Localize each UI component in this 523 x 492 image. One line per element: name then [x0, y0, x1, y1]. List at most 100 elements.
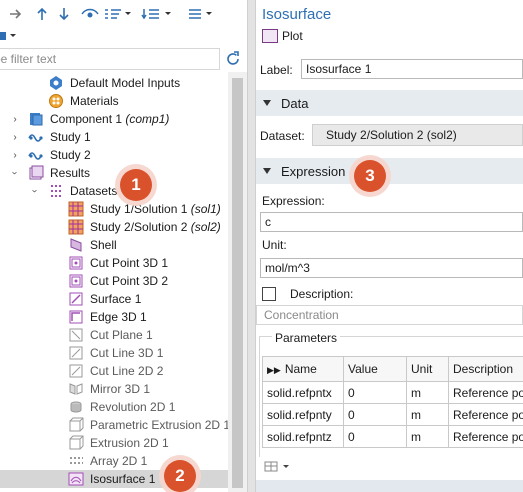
tree-item-cut-line-3d-1[interactable]: Cut Line 3D 1: [0, 344, 228, 362]
table-row[interactable]: solid.refpntx 0 m Reference poin: [262, 381, 523, 404]
model-builder-pane: Default Model Inputs Materials › Compone…: [0, 0, 247, 492]
tree-item-study-2[interactable]: › Study 2: [0, 146, 228, 164]
isosurface-icon: [68, 471, 84, 487]
tree-item-label: Cut Point 3D 1: [90, 256, 169, 270]
scrollbar-thumb[interactable]: [232, 78, 243, 488]
tree-item-label: Surface 1: [90, 292, 142, 306]
label-input[interactable]: Isosurface 1: [301, 59, 523, 79]
tree-item-results[interactable]: › Results: [0, 164, 228, 182]
tree-item-study2-solution2[interactable]: Study 2/Solution 2 (sol2): [0, 218, 228, 236]
dropdown-icon[interactable]: [0, 26, 20, 46]
tree-item-label: Revolution 2D 1: [90, 400, 176, 414]
plot-label: Plot: [282, 29, 303, 43]
table-row[interactable]: solid.refpntz 0 m Reference poin: [262, 425, 523, 448]
move-up-icon[interactable]: [34, 4, 50, 24]
param-value-cell[interactable]: 0: [343, 381, 407, 404]
plot-button[interactable]: Plot: [262, 27, 303, 45]
tree-item-cut-plane-1[interactable]: Cut Plane 1: [0, 326, 228, 344]
tree-item-label: Study 1: [50, 130, 91, 144]
tree-item-surface-1[interactable]: Surface 1: [0, 290, 228, 308]
column-header[interactable]: ▶▶ Name: [262, 356, 344, 382]
tree-item-label: Component 1: [50, 112, 126, 126]
table-row[interactable]: solid.refpnty 0 m Reference poin: [262, 403, 523, 426]
tree-item-label: Parametric Extrusion 2D 1: [90, 418, 231, 432]
tree-item-revolution-2d-1[interactable]: Revolution 2D 1: [0, 398, 228, 416]
column-header[interactable]: Description: [448, 356, 523, 382]
edge-icon: [68, 309, 84, 325]
table-options-button[interactable]: [264, 458, 294, 474]
tree-item-datasets[interactable]: › Datasets: [0, 182, 228, 200]
unit-input[interactable]: mol/m^3: [260, 258, 523, 278]
move-down-icon[interactable]: [56, 4, 72, 24]
expression-section-header[interactable]: Expression: [256, 158, 523, 184]
chevron-right-icon[interactable]: ›: [10, 132, 20, 143]
expression-label: Expression:: [262, 194, 325, 208]
tree-item-label: Default Model Inputs: [70, 76, 181, 90]
chevron-down-icon[interactable]: ›: [30, 186, 41, 196]
tree-scrollbar[interactable]: [228, 72, 247, 492]
expression-input[interactable]: c: [260, 212, 523, 232]
refresh-icon[interactable]: [224, 50, 242, 68]
chevron-down-icon[interactable]: ›: [10, 168, 21, 178]
param-name-cell: solid.refpnty: [262, 403, 344, 426]
tree-item-tag: (sol1): [190, 202, 221, 216]
column-header[interactable]: Value: [343, 356, 407, 382]
tree-item-label: Study 1/Solution 1: [90, 202, 191, 216]
param-value-cell[interactable]: 0: [343, 425, 407, 448]
list-menu-icon[interactable]: [186, 4, 216, 24]
filter-input[interactable]: [0, 48, 220, 70]
cut-line-icon: [68, 363, 84, 379]
tree-item-default-model-inputs[interactable]: Default Model Inputs: [0, 74, 228, 92]
param-description-cell: Reference poin: [448, 425, 523, 448]
tree-item-component-1[interactable]: › Component 1 (comp1): [0, 110, 228, 128]
table-options-icon: [264, 461, 289, 472]
chevron-right-icon[interactable]: ›: [10, 150, 20, 161]
param-unit-cell: m: [406, 403, 449, 426]
tree-item-label: Extrusion 2D 1: [90, 436, 169, 450]
settings-title: Isosurface: [262, 6, 332, 23]
show-icon[interactable]: [80, 4, 100, 24]
collapse-triangle-icon: [263, 168, 271, 174]
tree-item-study-1[interactable]: › Study 1: [0, 128, 228, 146]
param-description-cell: Reference poin: [448, 403, 523, 426]
arrow-right-icon[interactable]: [6, 4, 26, 24]
tree-item-cut-point-3d-2[interactable]: Cut Point 3D 2: [0, 272, 228, 290]
dataset-label: Dataset:: [260, 129, 305, 143]
collapse-menu-icon[interactable]: [102, 4, 134, 24]
tree-item-mirror-3d-1[interactable]: Mirror 3D 1: [0, 380, 228, 398]
tree-item-cut-point-3d-1[interactable]: Cut Point 3D 1: [0, 254, 228, 272]
chevron-right-icon[interactable]: ›: [10, 114, 20, 125]
settings-pane: Isosurface Plot Label: Isosurface 1 Data…: [256, 0, 523, 492]
materials-icon: [48, 93, 64, 109]
description-checkbox[interactable]: [262, 287, 276, 301]
study-icon: [28, 147, 44, 163]
tree-item-materials[interactable]: Materials: [0, 92, 228, 110]
tree-item-label: Cut Line 2D 2: [90, 364, 164, 378]
tree-item-cut-line-2d-2[interactable]: Cut Line 2D 2: [0, 362, 228, 380]
cut-point-icon: [68, 255, 84, 271]
tree-item-label: Results: [50, 166, 91, 180]
tree-item-edge-3d-1[interactable]: Edge 3D 1: [0, 308, 228, 326]
sort-menu-icon[interactable]: [140, 4, 174, 24]
tree-item-label: Array 2D 1: [90, 454, 148, 468]
model-builder-toolbar: [0, 0, 247, 40]
cut-line-icon: [68, 345, 84, 361]
column-header[interactable]: Unit: [406, 356, 449, 382]
tree-item-shell[interactable]: Shell: [0, 236, 228, 254]
tree-item-parametric-extrusion-2d-1[interactable]: Parametric Extrusion 2D 1: [0, 416, 231, 434]
param-value-cell[interactable]: 0: [343, 403, 407, 426]
tree-item-study1-solution1[interactable]: Study 1/Solution 1 (sol1): [0, 200, 228, 218]
dataset-select[interactable]: Study 2/Solution 2 (sol2): [312, 124, 523, 146]
shell-icon: [68, 237, 84, 253]
pane-splitter[interactable]: [247, 0, 256, 492]
revolution-icon: [68, 399, 84, 415]
tree-item-extrusion-2d-1[interactable]: Extrusion 2D 1: [0, 434, 228, 452]
param-name-cell: solid.refpntz: [262, 425, 344, 448]
param-description-cell: Reference poin: [448, 381, 523, 404]
sort-arrows-icon: ▶▶: [267, 365, 281, 375]
filter-field[interactable]: [0, 48, 220, 70]
data-section-header[interactable]: Data: [256, 90, 523, 116]
extrusion-icon: [68, 435, 84, 451]
label-field-label: Label:: [260, 63, 293, 77]
tree-item-label: Cut Line 3D 1: [90, 346, 164, 360]
